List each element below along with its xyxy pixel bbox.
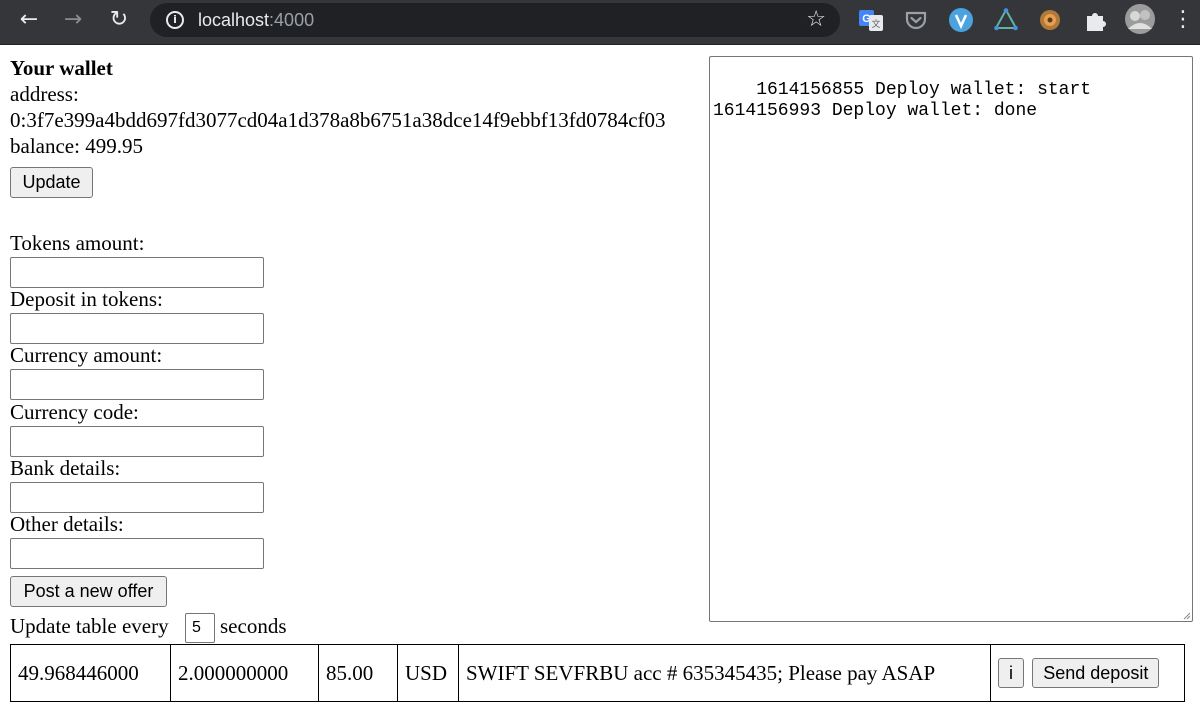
- v-extension-icon[interactable]: [948, 7, 974, 33]
- puzzle-extensions-icon[interactable]: [1082, 7, 1108, 33]
- wallet-address: 0:3f7e399a4bdd697fd3077cd04a1d378a8b6751…: [10, 108, 666, 132]
- back-icon[interactable]: ←: [14, 6, 44, 34]
- site-info-icon[interactable]: i: [166, 11, 184, 29]
- offer-deposit: 2.000000000: [171, 645, 319, 702]
- svg-text:文: 文: [871, 18, 880, 30]
- currency-code-input[interactable]: [10, 426, 264, 457]
- address-bar[interactable]: i localhost:4000 ☆: [150, 3, 840, 37]
- browser-toolbar: ← → ↻ i localhost:4000 ☆ G 文 ⋮: [0, 0, 1200, 45]
- tokens-amount-label: Tokens amount:: [10, 231, 145, 255]
- url-text[interactable]: localhost:4000: [198, 9, 314, 31]
- bank-details-label: Bank details:: [10, 456, 121, 480]
- address-label: address:: [10, 82, 79, 106]
- update-button[interactable]: Update: [10, 167, 93, 198]
- wallet-balance: balance: 499.95: [10, 134, 143, 158]
- currency-amount-label: Currency amount:: [10, 343, 163, 367]
- forward-icon[interactable]: →: [58, 6, 88, 34]
- bookmark-star-icon[interactable]: ☆: [806, 7, 826, 33]
- profile-avatar[interactable]: [1124, 3, 1156, 35]
- table-row: 49.968446000 2.000000000 85.00 USD SWIFT…: [11, 645, 1185, 702]
- offer-currency: USD: [398, 645, 459, 702]
- offer-tokens: 49.968446000: [11, 645, 171, 702]
- tokens-amount-input[interactable]: [10, 257, 264, 288]
- deposit-input[interactable]: [10, 313, 264, 344]
- post-offer-button[interactable]: Post a new offer: [10, 576, 167, 607]
- refresh-suffix: seconds: [220, 614, 287, 638]
- offer-actions: i Send deposit: [991, 645, 1185, 702]
- refresh-prefix: Update table every: [10, 614, 169, 638]
- currency-code-label: Currency code:: [10, 400, 139, 424]
- menu-dots-icon[interactable]: ⋮: [1170, 6, 1196, 34]
- url-port: :4000: [269, 10, 315, 30]
- bank-details-input[interactable]: [10, 482, 264, 513]
- deposit-label: Deposit in tokens:: [10, 287, 163, 311]
- url-host: localhost: [198, 10, 270, 30]
- resize-handle-icon[interactable]: [1181, 610, 1191, 620]
- offer-amount: 85.00: [319, 645, 398, 702]
- reload-icon[interactable]: ↻: [104, 6, 134, 34]
- other-details-input[interactable]: [10, 538, 264, 569]
- page-content: Your wallet address: 0:3f7e399a4bdd697fd…: [0, 45, 1200, 705]
- offers-table: 49.968446000 2.000000000 85.00 USD SWIFT…: [10, 644, 1185, 702]
- gear-extension-icon[interactable]: [1037, 7, 1063, 33]
- log-text: 1614156855 Deploy wallet: start 16141569…: [713, 80, 1092, 121]
- other-details-label: Other details:: [10, 512, 124, 536]
- refresh-interval-input[interactable]: [185, 613, 215, 643]
- send-deposit-button[interactable]: Send deposit: [1032, 658, 1160, 688]
- wallet-title: Your wallet: [10, 56, 113, 80]
- log-textarea[interactable]: 1614156855 Deploy wallet: start 16141569…: [709, 56, 1193, 622]
- triangle-extension-icon[interactable]: [993, 7, 1019, 33]
- pocket-extension-icon[interactable]: [903, 7, 929, 33]
- translate-extension-icon[interactable]: G 文: [858, 7, 884, 33]
- currency-amount-input[interactable]: [10, 369, 264, 400]
- offer-details: SWIFT SEVFRBU acc # 635345435; Please pa…: [459, 645, 991, 702]
- info-button[interactable]: i: [998, 658, 1024, 688]
